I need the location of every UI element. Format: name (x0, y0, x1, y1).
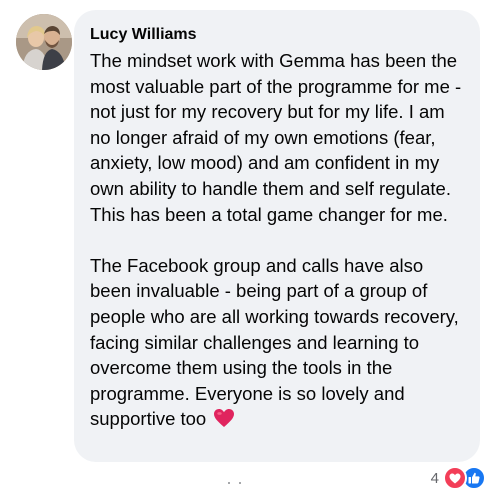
divider-dot (239, 482, 241, 484)
comment-text: The mindset work with Gemma has been the… (90, 48, 466, 435)
comment-paragraph: The Facebook group and calls have also b… (90, 253, 466, 435)
avatar-photo (16, 14, 72, 70)
comment-paragraph: The mindset work with Gemma has been the… (90, 50, 462, 225)
comment-author[interactable]: Lucy Williams (90, 24, 466, 46)
divider-dot (228, 482, 230, 484)
love-reaction-icon (443, 466, 467, 490)
red-heart-emoji-icon (213, 408, 235, 435)
comment-paragraph-text: The Facebook group and calls have also b… (90, 254, 459, 430)
avatar[interactable] (16, 14, 72, 70)
reaction-count: 4 (430, 469, 439, 487)
truncated-action-row (228, 482, 241, 484)
comment-bubble: Lucy Williams The mindset work with Gemm… (74, 10, 480, 462)
reaction-summary[interactable]: 4 (431, 466, 486, 490)
